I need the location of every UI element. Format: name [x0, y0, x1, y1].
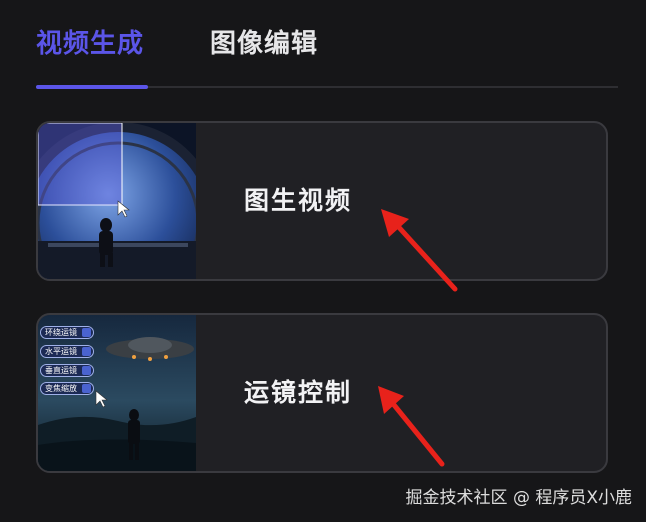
active-tab-indicator [36, 85, 148, 89]
camera-control-card[interactable]: 环绕运镜 水平运镜 垂直运镜 变焦缩放 运镜控制 [36, 313, 608, 473]
camera-control-thumbnail: 环绕运镜 水平运镜 垂直运镜 变焦缩放 [38, 315, 196, 471]
camera-option-tilt[interactable]: 垂直运镜 [40, 364, 94, 377]
card-title: 图生视频 [244, 186, 353, 215]
zoom-icon [82, 384, 91, 393]
tilt-icon [82, 366, 91, 375]
annotation-arrow-icon [381, 209, 458, 292]
pan-icon [82, 347, 91, 356]
tab-bar: 视频生成 图像编辑 [36, 26, 318, 62]
image-to-video-thumbnail [38, 123, 196, 279]
orbit-icon [82, 328, 91, 337]
tab-video-generation[interactable]: 视频生成 [36, 26, 144, 62]
camera-option-orbit[interactable]: 环绕运镜 [40, 326, 94, 339]
tab-image-editing[interactable]: 图像编辑 [210, 26, 318, 62]
card-title: 运镜控制 [244, 378, 353, 407]
camera-option-zoom[interactable]: 变焦缩放 [40, 382, 94, 395]
camera-option-pan[interactable]: 水平运镜 [40, 345, 94, 358]
annotation-arrow-icon [378, 386, 445, 467]
image-to-video-card[interactable]: 图生视频 [36, 121, 608, 281]
watermark: 掘金技术社区 @ 程序员X小鹿 [405, 488, 632, 508]
